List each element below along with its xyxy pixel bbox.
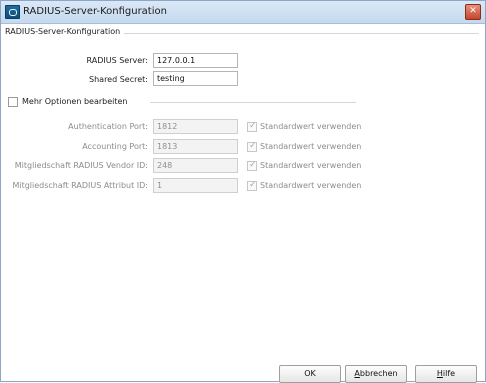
acct-port-default-checkbox[interactable]: ✓ xyxy=(247,141,257,152)
close-button[interactable]: ✕ xyxy=(465,4,481,20)
app-icon xyxy=(5,5,20,19)
window-title: RADIUS-Server-Konfiguration xyxy=(23,6,167,17)
acct-port-default-label: Standardwert verwenden xyxy=(260,142,362,151)
auth-port-label: Authentication Port: xyxy=(68,122,148,131)
radius-server-input[interactable]: 127.0.0.1 xyxy=(153,53,238,68)
cancel-label-rest: bbrechen xyxy=(359,369,398,378)
attribute-id-label: Mitgliedschaft RADIUS Attribut ID: xyxy=(12,181,148,190)
dialog-window: RADIUS-Server-Konfiguration ✕ RADIUS-Ser… xyxy=(0,0,486,383)
ok-button[interactable]: OK xyxy=(279,365,341,383)
check-icon: ✓ xyxy=(249,160,257,170)
shared-secret-label: Shared Secret: xyxy=(89,75,148,84)
attribute-id-default-label: Standardwert verwenden xyxy=(260,181,362,190)
shared-secret-input[interactable]: testing xyxy=(153,71,238,86)
title-bar[interactable]: RADIUS-Server-Konfiguration ✕ xyxy=(1,1,485,24)
check-icon: ✓ xyxy=(249,141,257,151)
check-icon: ✓ xyxy=(249,180,257,190)
more-options-checkbox[interactable] xyxy=(8,97,18,107)
auth-port-default-label: Standardwert verwenden xyxy=(260,122,362,131)
vendor-id-default-label: Standardwert verwenden xyxy=(260,161,362,170)
help-button[interactable]: Hilfe xyxy=(415,365,477,383)
vendor-id-default-checkbox[interactable]: ✓ xyxy=(247,160,257,171)
more-options-divider xyxy=(150,102,356,103)
auth-port-default-checkbox[interactable]: ✓ xyxy=(247,121,257,132)
cancel-button[interactable]: Abbrechen xyxy=(345,365,407,383)
acct-port-label: Accounting Port: xyxy=(82,142,148,151)
group-label: RADIUS-Server-Konfiguration xyxy=(5,27,121,36)
acct-port-input[interactable]: 1813 xyxy=(153,139,238,154)
help-label-rest: ilfe xyxy=(442,369,456,378)
more-options-label[interactable]: Mehr Optionen bearbeiten xyxy=(22,97,128,106)
close-icon: ✕ xyxy=(469,6,477,16)
attribute-id-default-checkbox[interactable]: ✓ xyxy=(247,180,257,191)
vendor-id-input[interactable]: 248 xyxy=(153,158,238,173)
auth-port-input[interactable]: 1812 xyxy=(153,119,238,134)
radius-server-label: RADIUS Server: xyxy=(86,56,149,65)
group-divider xyxy=(124,33,479,34)
attribute-id-input[interactable]: 1 xyxy=(153,178,238,193)
check-icon: ✓ xyxy=(249,121,257,131)
vendor-id-label: Mitgliedschaft RADIUS Vendor ID: xyxy=(14,161,148,170)
